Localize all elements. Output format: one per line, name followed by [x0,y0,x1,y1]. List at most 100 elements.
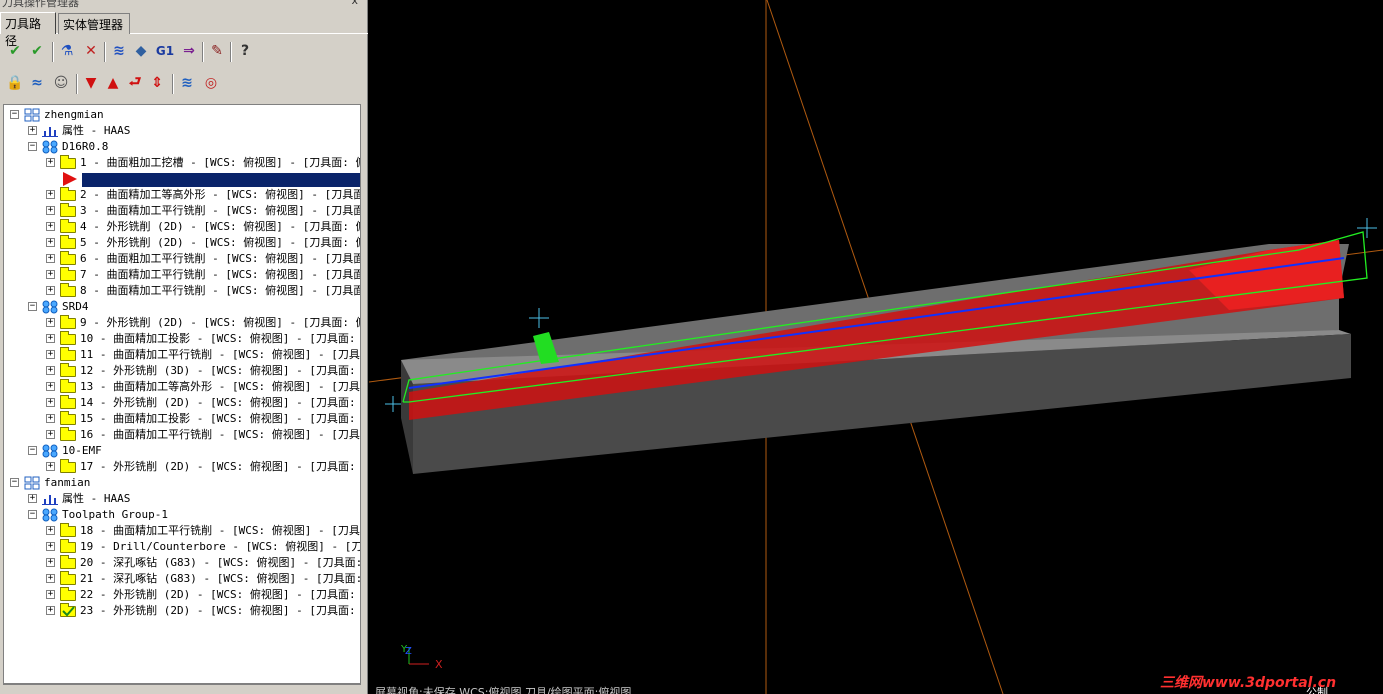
expand-toggle-icon[interactable]: + [46,606,55,615]
toolpath-relevance-icon[interactable]: ◎ [200,72,222,94]
tree-operation[interactable]: +1 - 曲面粗加工挖槽 - [WCS: 俯视图] - [刀具面: 俯 [4,155,360,171]
scroll-to-insert-icon[interactable]: ⇕ [146,72,168,94]
tree-operation[interactable]: +12 - 外形铣削 (3D) - [WCS: 俯视图] - [刀具面: 俯 [4,363,360,379]
expand-toggle-icon[interactable]: + [46,190,55,199]
tree-operation[interactable]: +6 - 曲面粗加工平行铣削 - [WCS: 俯视图] - [刀具面 [4,251,360,267]
tree-operation[interactable]: +7 - 曲面精加工平行铣削 - [WCS: 俯视图] - [刀具面 [4,267,360,283]
expand-toggle-icon[interactable]: − [28,510,37,519]
close-icon[interactable]: x [351,0,358,7]
post-toggle-icon[interactable]: ☺ [50,72,72,94]
expand-toggle-icon[interactable]: − [10,478,19,487]
operation-folder-icon [60,363,76,377]
expand-toggle-icon[interactable]: + [28,494,37,503]
tree-operation[interactable]: +9 - 外形铣削 (2D) - [WCS: 俯视图] - [刀具面: 俯 [4,315,360,331]
lock-icon[interactable]: 🔒 [4,72,26,94]
panel-tabs: 刀具路径 实体管理器 [0,12,368,48]
tree-operation[interactable]: +23 - 外形铣削 (2D) - [WCS: 俯视图] - [刀具面: 俯 [4,603,360,619]
tree-operation[interactable]: +4 - 外形铣削 (2D) - [WCS: 俯视图] - [刀具面: 俯 [4,219,360,235]
expand-toggle-icon[interactable]: − [28,302,37,311]
move-down-icon[interactable]: ▼ [80,72,102,94]
tree-operation[interactable]: +5 - 外形铣削 (2D) - [WCS: 俯视图] - [刀具面: 俯 [4,235,360,251]
tab-toolpaths[interactable]: 刀具路径 [0,12,56,48]
operation-folder-icon [60,411,76,425]
expand-toggle-icon[interactable]: + [28,126,37,135]
only-display-selected-icon[interactable]: ≋ [176,72,198,94]
toolbar-primary: ✔ ✔ ⚗ ✕ ≋ ◆ G1 ⇒ ✎ ? [0,36,368,68]
help-icon[interactable]: ? [234,40,256,62]
expand-toggle-icon[interactable]: + [46,238,55,247]
expand-toggle-icon[interactable]: + [46,558,55,567]
expand-toggle-icon[interactable]: + [46,254,55,263]
insert-arrow-icon[interactable]: ⮐ [124,72,146,94]
tree-machine-group[interactable]: − zhengmian [4,107,360,123]
select-all-ops-icon[interactable]: ✔ [4,40,26,62]
tree-operation[interactable]: +16 - 曲面精加工平行铣削 - [WCS: 俯视图] - [刀具面 [4,427,360,443]
expand-toggle-icon[interactable]: + [46,286,55,295]
tree-operation[interactable]: +17 - 外形铣削 (2D) - [WCS: 俯视图] - [刀具面: 俯 [4,459,360,475]
expand-toggle-icon[interactable]: + [46,350,55,359]
expand-toggle-icon[interactable]: − [10,110,19,119]
expand-toggle-icon[interactable]: + [46,382,55,391]
expand-toggle-icon[interactable]: + [46,430,55,439]
tree-operation[interactable]: +8 - 曲面精加工平行铣削 - [WCS: 俯视图] - [刀具面 [4,283,360,299]
operation-folder-icon [60,315,76,329]
tree-operation[interactable]: +14 - 外形铣削 (2D) - [WCS: 俯视图] - [刀具面: 俯 [4,395,360,411]
tab-solids-manager[interactable]: 实体管理器 [58,13,130,34]
tree-operation[interactable]: +10 - 曲面精加工投影 - [WCS: 俯视图] - [刀具面: 俯 [4,331,360,347]
tree-toolpath-group[interactable]: − Toolpath Group-1 [4,507,360,523]
crosshair-left [385,396,401,412]
expand-toggle-icon[interactable]: + [46,334,55,343]
expand-toggle-icon[interactable]: + [46,526,55,535]
expand-toggle-icon[interactable]: − [28,142,37,151]
expand-toggle-icon[interactable]: + [46,590,55,599]
tree-operation[interactable]: +21 - 深孔啄钻 (G83) - [WCS: 俯视图] - [刀具面: 俯 [4,571,360,587]
tree-operation[interactable]: +2 - 曲面精加工等高外形 - [WCS: 俯视图] - [刀具面 [4,187,360,203]
regenerate-dirty-icon[interactable]: ⚗ [56,40,78,62]
expand-toggle-icon[interactable]: + [46,158,55,167]
tree-operation[interactable]: +3 - 曲面精加工平行铣削 - [WCS: 俯视图] - [刀具面 [4,203,360,219]
delete-ops-icon[interactable]: ✎ [206,40,228,62]
expand-toggle-icon[interactable]: + [46,318,55,327]
expand-toggle-icon[interactable]: + [46,206,55,215]
expand-toggle-icon[interactable]: + [46,414,55,423]
post-g1-icon[interactable]: G1 [154,40,176,62]
expand-toggle-icon[interactable]: + [46,542,55,551]
properties-icon [42,492,58,506]
operations-tree[interactable]: − zhengmian + 属性 - HAAS − D16R0.8 +1 - 曲面粗加工挖槽… [3,104,361,684]
insert-arrow-row[interactable] [4,171,360,187]
tree-operation[interactable]: +11 - 曲面精加工平行铣削 - [WCS: 俯视图] - [刀具面 [4,347,360,363]
highfeed-icon[interactable]: ⇒ [178,40,200,62]
tree-operation[interactable]: +13 - 曲面精加工等高外形 - [WCS: 俯视图] - [刀具面 [4,379,360,395]
tree-horizontal-scrollbar[interactable] [3,684,361,694]
machine-group-icon [24,108,40,122]
tree-operation[interactable]: +20 - 深孔啄钻 (G83) - [WCS: 俯视图] - [刀具面: 俯 [4,555,360,571]
tree-operation[interactable]: +18 - 曲面精加工平行铣削 - [WCS: 俯视图] - [刀具面 [4,523,361,539]
operation-folder-icon [60,379,76,393]
expand-toggle-icon[interactable]: + [46,574,55,583]
expand-toggle-icon[interactable]: + [46,398,55,407]
graphics-viewport[interactable]: Z Y X [369,0,1383,694]
tree-operation[interactable]: +19 - Drill/Counterbore - [WCS: 俯视图] - [… [4,539,360,555]
expand-toggle-icon[interactable]: + [46,462,55,471]
regenerate-selected-icon[interactable]: ✔ [26,40,48,62]
toggle-display-icon[interactable]: ≈ [26,72,48,94]
cancel-regenerate-icon[interactable]: ✕ [80,40,102,62]
verify-icon[interactable]: ◆ [130,40,152,62]
move-up-icon[interactable]: ▲ [102,72,124,94]
tree-properties[interactable]: + 属性 - HAAS [4,123,360,139]
expand-toggle-icon[interactable]: + [46,222,55,231]
tree-toolpath-group[interactable]: − SRD4 [4,299,360,315]
tree-toolpath-group[interactable]: − 10-EMF [4,443,360,459]
tree-toolpath-group[interactable]: − D16R0.8 [4,139,360,155]
expand-toggle-icon[interactable]: − [28,446,37,455]
tree-item-label: 18 - 曲面精加工平行铣削 - [WCS: 俯视图] - [刀具面 [80,524,361,537]
tree-operation[interactable]: +15 - 曲面精加工投影 - [WCS: 俯视图] - [刀具面: 俯 [4,411,360,427]
tree-operation[interactable]: +22 - 外形铣削 (2D) - [WCS: 俯视图] - [刀具面: 俯 [4,587,361,603]
operation-folder-icon [60,331,76,345]
tree-properties[interactable]: + 属性 - HAAS [4,491,360,507]
expand-toggle-icon[interactable]: + [46,366,55,375]
expand-toggle-icon[interactable]: + [46,270,55,279]
tree-machine-group[interactable]: − fanmian [4,475,360,491]
tree-item-label: 22 - 外形铣削 (2D) - [WCS: 俯视图] - [刀具面: 俯 [80,588,361,601]
backplot-icon[interactable]: ≋ [108,40,130,62]
